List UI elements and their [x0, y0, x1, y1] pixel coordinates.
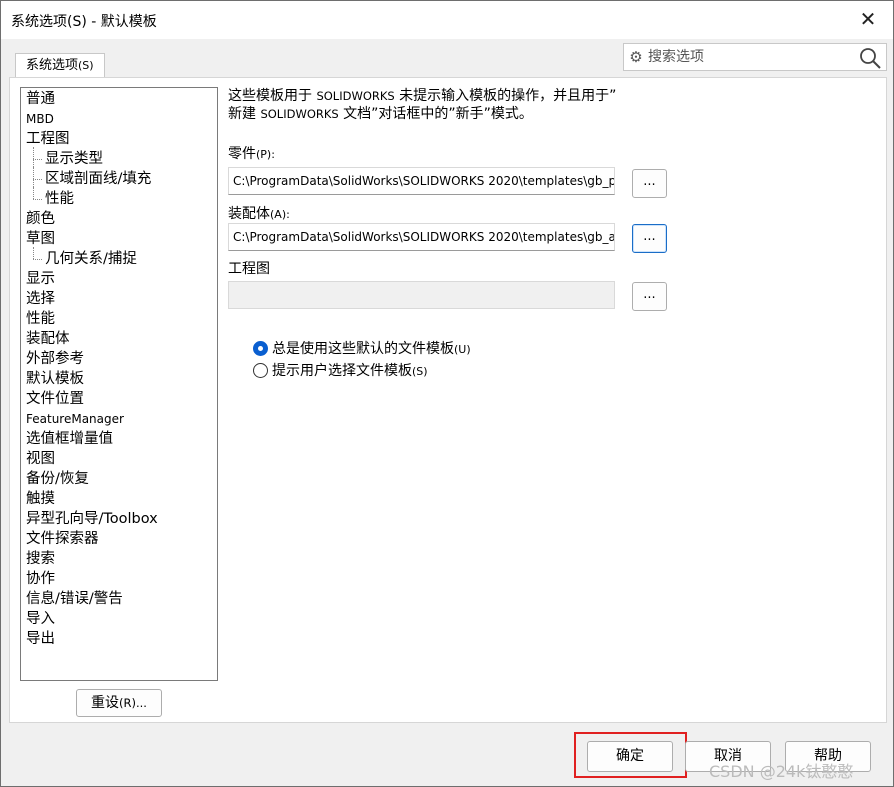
tree-item-performance[interactable]: 性能: [21, 309, 217, 329]
gear-icon[interactable]: ⚙: [627, 48, 645, 66]
watermark: CSDN @24k钛憨憨: [709, 762, 854, 781]
tree-item-selection[interactable]: 选择: [21, 289, 217, 309]
tree-item-sketch[interactable]: 草图: [21, 229, 217, 249]
title-bar: 系统选项(S) - 默认模板 ✕: [1, 1, 893, 39]
tree-item-import[interactable]: 导入: [21, 609, 217, 629]
tree-item-search[interactable]: 搜索: [21, 549, 217, 569]
close-icon[interactable]: ✕: [857, 9, 879, 31]
tree-item-default-templates[interactable]: 默认模板: [21, 369, 217, 389]
reset-button-mnemonic: (R)...: [119, 696, 147, 710]
drawing-label: 工程图: [228, 261, 270, 277]
tree-item-mbd[interactable]: MBD: [21, 109, 217, 129]
radio-always-use-defaults[interactable]: 总是使用这些默认的文件模板(U): [253, 339, 471, 359]
part-label: 零件(P):: [228, 146, 275, 162]
description-line-1: 这些模板用于 SOLIDWORKS 未提示输入模板的操作，并且用于”: [228, 88, 617, 104]
tree-item-display-style[interactable]: 显示类型: [21, 147, 217, 169]
drawing-template-field[interactable]: [228, 281, 615, 309]
tree-item-assemblies[interactable]: 装配体: [21, 329, 217, 349]
tree-item-drawings[interactable]: 工程图: [21, 129, 217, 149]
tree-item-touch[interactable]: 触摸: [21, 489, 217, 509]
tree-item-colors[interactable]: 颜色: [21, 209, 217, 229]
radio-prompt-user[interactable]: 提示用户选择文件模板(S): [253, 361, 428, 381]
radio-button-checked[interactable]: [253, 340, 268, 356]
tree-item-messages-errors-warnings[interactable]: 信息/错误/警告: [21, 589, 217, 609]
reset-button-label: 重设: [91, 695, 120, 711]
assembly-browse-button[interactable]: ...: [632, 224, 667, 253]
ok-button[interactable]: 确定: [587, 741, 673, 772]
tree-item-area-hatch[interactable]: 区域剖面线/填充: [21, 167, 217, 189]
tree-item-spin-box-increments[interactable]: 选值框增量值: [21, 429, 217, 449]
tab-mnemonic: (S): [78, 59, 94, 72]
search-input[interactable]: [646, 47, 856, 67]
part-browse-button[interactable]: ...: [632, 169, 667, 198]
tree-item-collaboration[interactable]: 协作: [21, 569, 217, 589]
description-line-2: 新建 SOLIDWORKS 文档”对话框中的”新手”模式。: [228, 106, 533, 122]
drawing-browse-button[interactable]: ...: [632, 282, 667, 311]
tree-item-file-locations[interactable]: 文件位置: [21, 389, 217, 409]
radio-button-unchecked[interactable]: [253, 362, 268, 378]
description-text: 这些模板用于 SOLIDWORKS 未提示输入模板的操作，并且用于” 新建 SO…: [228, 87, 688, 123]
part-template-field[interactable]: C:\ProgramData\SolidWorks\SOLIDWORKS 202…: [228, 167, 615, 195]
tree-item-drawing-performance[interactable]: 性能: [21, 187, 217, 209]
tree-item-hole-wizard-toolbox[interactable]: 异型孔向导/Toolbox: [21, 509, 217, 529]
tab-label: 系统选项: [26, 58, 79, 73]
tree-item-export[interactable]: 导出: [21, 629, 217, 649]
tree-item-featuremanager[interactable]: FeatureManager: [21, 409, 217, 429]
window-title: 系统选项(S) - 默认模板: [11, 14, 157, 30]
tree-item-file-explorer[interactable]: 文件探索器: [21, 529, 217, 549]
search-box[interactable]: ⚙: [623, 43, 887, 71]
dialog-window: 系统选项(S) - 默认模板 ✕ ⚙ 系统选项(S) 普通 MBD 工程图 显示…: [0, 0, 894, 787]
tab-system-options[interactable]: 系统选项(S): [15, 53, 105, 77]
tree-item-general[interactable]: 普通: [21, 89, 217, 109]
assembly-label: 装配体(A):: [228, 206, 290, 222]
tree-item-external-references[interactable]: 外部参考: [21, 349, 217, 369]
tree-item-backup-recover[interactable]: 备份/恢复: [21, 469, 217, 489]
tree-item-display[interactable]: 显示: [21, 269, 217, 289]
assembly-template-field[interactable]: C:\ProgramData\SolidWorks\SOLIDWORKS 202…: [228, 223, 615, 251]
tree-item-relations-snaps[interactable]: 几何关系/捕捉: [21, 247, 217, 269]
reset-button[interactable]: 重设(R)...: [76, 689, 162, 717]
options-tree[interactable]: 普通 MBD 工程图 显示类型 区域剖面线/填充 性能 颜色 草图 几何关系/捕…: [20, 87, 218, 681]
tree-item-view[interactable]: 视图: [21, 449, 217, 469]
magnifier-icon[interactable]: [858, 46, 882, 70]
